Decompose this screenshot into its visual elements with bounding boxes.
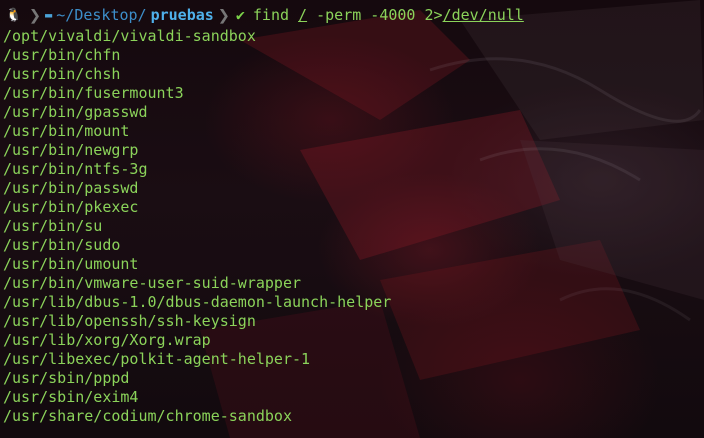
output-line: /usr/libexec/polkit-agent-helper-1 [3,350,311,368]
output-line: /usr/bin/vmware-user-suid-wrapper [3,274,302,292]
output-line: /opt/vivaldi/vivaldi-sandbox [3,27,256,45]
output-line: /usr/lib/xorg/Xorg.wrap [3,331,211,349]
terminal-content: 🐧 ❯ ▬ ~/Desktop/pruebas ❯ ✔ find / -perm… [0,0,704,426]
linux-tux-icon: 🐧 [5,7,23,23]
output-line: /usr/bin/su [3,217,103,235]
chevron-right-icon: ❯ [29,3,42,27]
chevron-right-icon: ❯ [217,3,230,27]
output-line: /usr/lib/openssh/ssh-keysign [3,312,256,330]
output-line: /usr/lib/dbus-1.0/dbus-daemon-launch-hel… [3,293,392,311]
output-line: /usr/bin/ntfs-3g [3,160,148,178]
output-line: /usr/bin/fusermount3 [3,84,184,102]
output-line: /usr/bin/gpasswd [3,103,148,121]
command-args: -perm -4000 2> [307,6,443,24]
command-name: find [252,6,290,24]
output-line: /usr/bin/passwd [3,179,139,197]
output-line: /usr/bin/sudo [3,236,121,254]
output-line: /usr/bin/chfn [3,46,121,64]
folder-icon: ▬ [45,8,53,22]
prompt-line: 🐧 ❯ ▬ ~/Desktop/pruebas ❯ ✔ find / -perm… [3,3,704,27]
output-line: /usr/bin/chsh [3,65,121,83]
terminal-window[interactable]: 🐧 ❯ ▬ ~/Desktop/pruebas ❯ ✔ find / -perm… [0,0,704,438]
current-directory: ▬ ~/Desktop/pruebas [45,6,214,24]
output-line: /usr/share/codium/chrome-sandbox [3,407,292,425]
output-line: /usr/bin/mount [3,122,130,140]
output-line: /usr/sbin/exim4 [3,388,139,406]
output-line: /usr/sbin/pppd [3,369,130,387]
output-line: /usr/bin/umount [3,255,139,273]
output-line: /usr/bin/pkexec [3,198,139,216]
output-line: /usr/bin/newgrp [3,141,139,159]
dir-current: pruebas [150,6,214,24]
command-input[interactable]: find / -perm -4000 2>/dev/null [253,6,524,24]
dir-prefix: ~/Desktop/ [56,6,147,24]
command-output: /opt/vivaldi/vivaldi-sandbox /usr/bin/ch… [3,27,704,426]
command-redirect: /dev/null [442,6,524,24]
command-arg-path: / [298,6,308,24]
checkmark-icon: ✔ [235,6,245,24]
